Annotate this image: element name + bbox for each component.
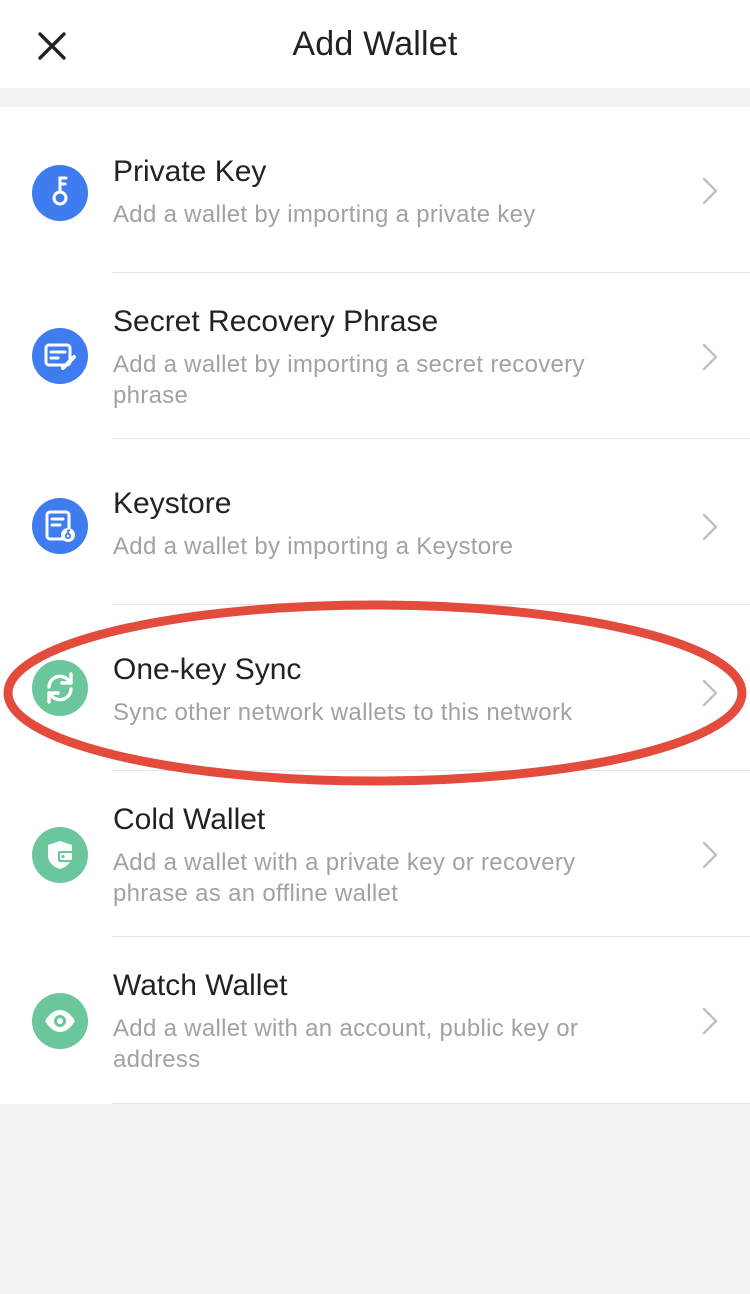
document-edit-icon <box>32 328 88 384</box>
option-cold-wallet[interactable]: Cold Wallet Add a wallet with a private … <box>0 771 750 937</box>
option-secret-recovery-phrase[interactable]: Secret Recovery Phrase Add a wallet by i… <box>0 273 750 439</box>
chevron-right-icon <box>702 513 718 541</box>
chevron-right-icon <box>702 841 718 869</box>
option-description: Add a wallet by importing a Keystore <box>113 533 514 560</box>
option-label: Private Key <box>113 155 267 188</box>
chevron-right-icon <box>702 679 718 707</box>
sync-icon <box>32 660 88 716</box>
option-one-key-sync[interactable]: One-key Sync Sync other network wallets … <box>0 605 750 771</box>
chevron-right-icon <box>702 1007 718 1035</box>
option-label: Keystore <box>113 487 232 520</box>
option-keystore[interactable]: Keystore Add a wallet by importing a Key… <box>0 439 750 605</box>
option-label: One-key Sync <box>113 653 302 686</box>
option-label: Watch Wallet <box>113 969 288 1002</box>
key-icon <box>32 165 88 221</box>
eye-icon <box>32 993 88 1049</box>
option-label: Secret Recovery Phrase <box>113 305 439 338</box>
option-description: Sync other network wallets to this netwo… <box>113 699 573 726</box>
option-description: Add a wallet by importing a private key <box>113 201 536 228</box>
option-label: Cold Wallet <box>113 803 266 836</box>
option-private-key[interactable]: Private Key Add a wallet by importing a … <box>0 107 750 273</box>
chevron-right-icon <box>702 343 718 371</box>
option-description: Add a wallet with a private key or recov… <box>113 849 576 907</box>
option-description: Add a wallet by importing a secret recov… <box>113 351 585 409</box>
divider <box>112 1103 750 1104</box>
keystore-file-icon <box>32 498 88 554</box>
option-watch-wallet[interactable]: Watch Wallet Add a wallet with an accoun… <box>0 937 750 1104</box>
shield-wallet-icon <box>32 827 88 883</box>
chevron-right-icon <box>702 177 718 205</box>
page-title: Add Wallet <box>292 25 458 63</box>
wallet-options-list: Private Key Add a wallet by importing a … <box>0 107 750 1104</box>
option-description: Add a wallet with an account, public key… <box>113 1015 579 1073</box>
header-bar: Add Wallet <box>0 0 750 88</box>
